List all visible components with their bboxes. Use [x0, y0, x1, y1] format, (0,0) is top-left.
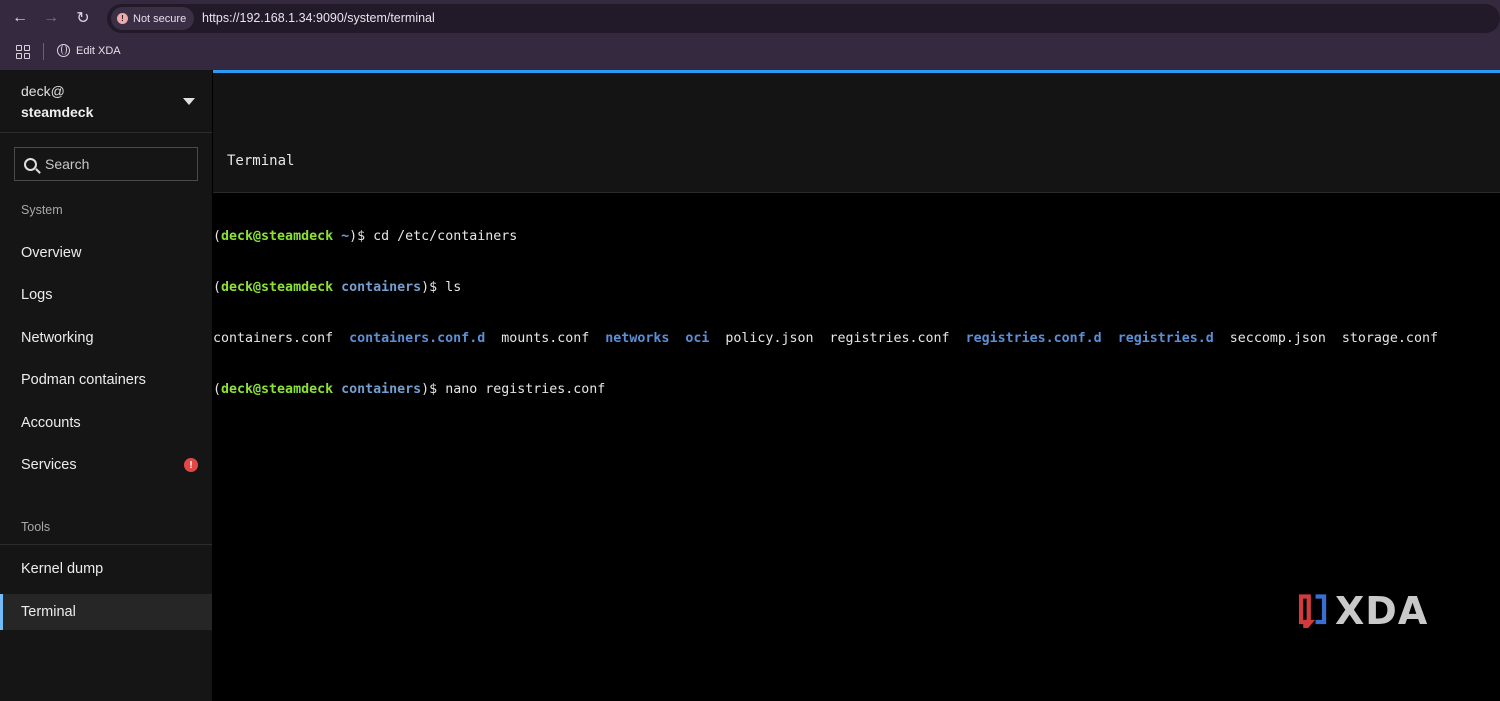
terminal-line: (deck@steamdeck containers)$ ls — [213, 280, 462, 295]
sidebar-item-terminal[interactable]: Terminal — [0, 594, 212, 630]
ls-file: policy.json — [725, 331, 814, 346]
ls-directory: oci — [685, 331, 710, 346]
sidebar-item-label: Terminal — [21, 604, 76, 620]
reload-icon[interactable]: ↻ — [74, 9, 92, 27]
tools-divider — [0, 544, 212, 545]
security-label: Not secure — [133, 12, 187, 25]
page-header: Terminal — [213, 73, 1500, 193]
sidebar-item-label: Services — [21, 457, 77, 473]
host-user: deck@ — [21, 83, 65, 99]
ls-file: mounts.conf — [501, 331, 590, 346]
xda-bracket-icon — [1298, 594, 1327, 628]
sidebar-item-label: Accounts — [21, 415, 81, 431]
alert-icon: ! — [184, 458, 198, 472]
section-label-tools: Tools — [21, 520, 51, 534]
sidebar-item-label: Overview — [21, 245, 82, 261]
command-text: cd /etc/containers — [373, 229, 518, 244]
ls-output: containers.conf containers.conf.d mounts… — [213, 330, 1500, 347]
sidebar-item-label: Logs — [21, 287, 53, 303]
url-text[interactable]: https://192.168.1.34:9090/system/termina… — [202, 11, 435, 25]
xda-watermark: XDA — [1297, 589, 1429, 633]
sidebar-item-overview[interactable]: Overview — [0, 235, 212, 271]
host-name: steamdeck — [21, 104, 94, 120]
bookmark-label: Edit XDA — [76, 44, 121, 57]
bookmark-edit-xda[interactable]: Edit XDA — [57, 44, 121, 57]
command-text: nano registries.conf — [445, 382, 606, 397]
sidebar-item-logs[interactable]: Logs — [0, 277, 212, 313]
ls-file: containers.conf — [213, 331, 334, 346]
ls-directory: registries.d — [1117, 331, 1214, 346]
ls-directory: networks — [605, 331, 670, 346]
apps-grid-icon[interactable] — [16, 45, 30, 59]
terminal-line: (deck@steamdeck ~)$ cd /etc/containers — [213, 229, 518, 244]
search-field[interactable] — [14, 147, 198, 181]
sidebar-item-label: Podman containers — [21, 372, 146, 388]
sidebar-item-accounts[interactable]: Accounts — [0, 405, 212, 441]
prompt-dir: containers — [333, 280, 422, 295]
xda-wordmark: XDA — [1335, 589, 1429, 633]
sidebar-item-networking[interactable]: Networking — [0, 320, 212, 356]
ls-file: registries.conf — [829, 331, 950, 346]
globe-icon — [57, 44, 70, 57]
search-icon — [24, 157, 37, 171]
main-content: Terminal (deck@steamdeck ~)$ cd /etc/con… — [213, 70, 1500, 701]
page-title: Terminal — [227, 153, 295, 169]
sidebar-item-podman-containers[interactable]: Podman containers — [0, 362, 212, 398]
prompt-dir: containers — [333, 382, 422, 397]
ls-directory: containers.conf.d — [349, 331, 486, 346]
prompt-user: deck@steamdeck — [221, 382, 334, 397]
host-switcher[interactable]: deck@ steamdeck — [0, 70, 212, 133]
sidebar: deck@ steamdeck System Overview Logs Net… — [0, 70, 212, 701]
ls-file: seccomp.json — [1229, 331, 1326, 346]
terminal-line: (deck@steamdeck containers)$ nano regist… — [213, 382, 606, 397]
prompt-user: deck@steamdeck — [221, 280, 334, 295]
forward-arrow-icon[interactable]: → — [42, 9, 60, 27]
prompt-user: deck@steamdeck — [221, 229, 334, 244]
warning-icon: ! — [117, 13, 128, 24]
sidebar-item-label: Networking — [21, 330, 94, 346]
caret-down-icon[interactable] — [183, 98, 195, 105]
url-scheme: https — [202, 11, 230, 25]
section-label-system: System — [21, 203, 63, 217]
bookmarks-bar — [0, 36, 1500, 70]
sidebar-item-kernel-dump[interactable]: Kernel dump — [0, 551, 212, 587]
ls-directory: registries.conf.d — [965, 331, 1102, 346]
search-input[interactable] — [45, 156, 185, 172]
back-arrow-icon[interactable]: ← — [11, 9, 29, 27]
security-indicator[interactable]: ! Not secure — [111, 7, 195, 30]
ls-file: storage.conf — [1341, 331, 1438, 346]
sidebar-item-services[interactable]: Services ! — [0, 447, 212, 483]
sidebar-item-label: Kernel dump — [21, 561, 104, 577]
command-text: ls — [445, 280, 462, 295]
bookmarks-divider — [43, 43, 44, 60]
url-path: ://192.168.1.34:9090/system/terminal — [229, 11, 435, 25]
prompt-dir: ~ — [333, 229, 350, 244]
